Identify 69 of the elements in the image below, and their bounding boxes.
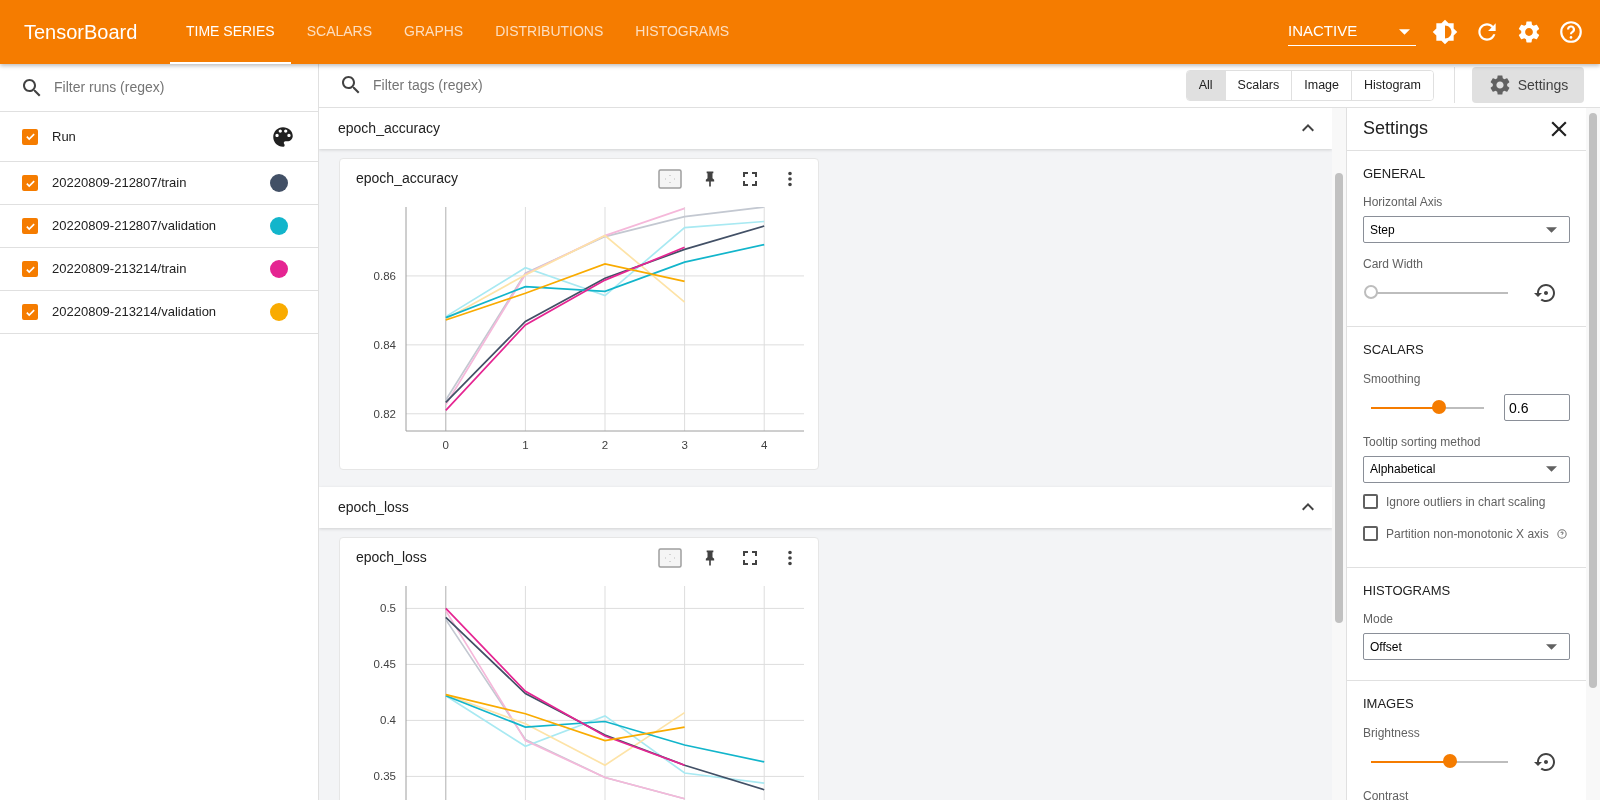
checkbox[interactable] [22, 304, 38, 320]
section-title: HISTOGRAMS [1363, 581, 1451, 600]
checkbox[interactable] [22, 128, 38, 145]
tick-label: 0.45 [373, 658, 396, 671]
color-dot[interactable] [270, 174, 288, 192]
help-icon[interactable] [1558, 19, 1584, 45]
field-label: Smoothing [1363, 370, 1421, 388]
run-name: 20220809-212807/validation [52, 217, 218, 236]
fit-domain-icon[interactable] [658, 168, 682, 189]
settings-button[interactable]: Settings [1472, 67, 1584, 104]
color-dot[interactable] [270, 260, 288, 278]
select-field[interactable]: Step [1363, 216, 1570, 244]
filter-toggle[interactable]: All [1186, 71, 1225, 100]
caret-icon [1546, 643, 1557, 650]
field-label: Tooltip sorting method [1363, 433, 1481, 451]
color-dot[interactable] [270, 217, 288, 235]
section-title: IMAGES [1363, 695, 1414, 714]
app-title: TensorBoard [24, 20, 139, 45]
panel-title: Settings [1363, 117, 1429, 141]
fit-domain-icon[interactable] [658, 547, 682, 568]
tick-label: 4 [761, 438, 768, 451]
run-name: 20220809-213214/train [52, 260, 188, 279]
color-dot[interactable] [270, 303, 288, 321]
filter-toggle[interactable]: Histogram [1351, 71, 1433, 100]
checkbox[interactable] [22, 218, 38, 234]
field-label: Brightness [1363, 724, 1420, 742]
run-name: 20220809-212807/train [52, 174, 188, 193]
tick-label: 0.5 [380, 602, 396, 615]
tick-label: 0.86 [373, 269, 396, 282]
select-field[interactable]: Alphabetical [1363, 455, 1570, 483]
caret-icon [1399, 28, 1410, 35]
section-title: SCALARS [1363, 341, 1424, 360]
filter-runs-field[interactable]: Filter runs (regex) [52, 76, 292, 99]
tick-label: 3 [681, 438, 688, 451]
tick-label: 0.4 [380, 714, 396, 727]
column-label: Run [52, 127, 77, 146]
tick-label: 1 [522, 438, 529, 451]
tick-label: 0 [442, 438, 449, 451]
checkbox-label: Ignore outliers in chart scaling [1386, 493, 1546, 511]
caret-icon [1546, 466, 1557, 473]
tick-label: 2 [601, 438, 609, 451]
checkbox[interactable] [22, 175, 38, 191]
checkbox[interactable] [22, 261, 38, 277]
select-field[interactable]: Offset [1363, 633, 1570, 661]
field-label: Contrast [1363, 787, 1409, 800]
checkbox-label: Partition non-monotonic X axis [1386, 525, 1549, 543]
scrollbar[interactable] [1586, 107, 1600, 800]
theme-icon[interactable] [1432, 19, 1458, 45]
run-name: 20220809-213214/validation [52, 303, 218, 322]
check-icon [24, 131, 36, 142]
card-title: epoch_accuracy [356, 169, 459, 189]
group-title: epoch_loss [338, 497, 410, 517]
help-icon[interactable] [1556, 528, 1567, 539]
field-label: Card Width [1363, 256, 1424, 274]
caret-icon [1546, 226, 1557, 233]
field-label: Horizontal Axis [1363, 194, 1443, 212]
scrollbar[interactable] [1332, 107, 1346, 800]
tick-label: 0.84 [373, 338, 396, 351]
number-field[interactable]: 0.6 [1504, 394, 1570, 422]
field-label: Mode [1363, 611, 1394, 629]
tick-label: 0.35 [373, 770, 396, 783]
checkbox[interactable] [1363, 494, 1378, 510]
card-title: epoch_loss [356, 548, 428, 568]
group-title: epoch_accuracy [338, 118, 441, 138]
section-title: GENERAL [1363, 164, 1426, 183]
tick-label: 0.82 [373, 407, 396, 420]
settings-icon[interactable] [1516, 19, 1542, 45]
filter-tags-field[interactable]: Filter tags (regex) [371, 73, 1186, 97]
checkbox[interactable] [1363, 526, 1378, 542]
